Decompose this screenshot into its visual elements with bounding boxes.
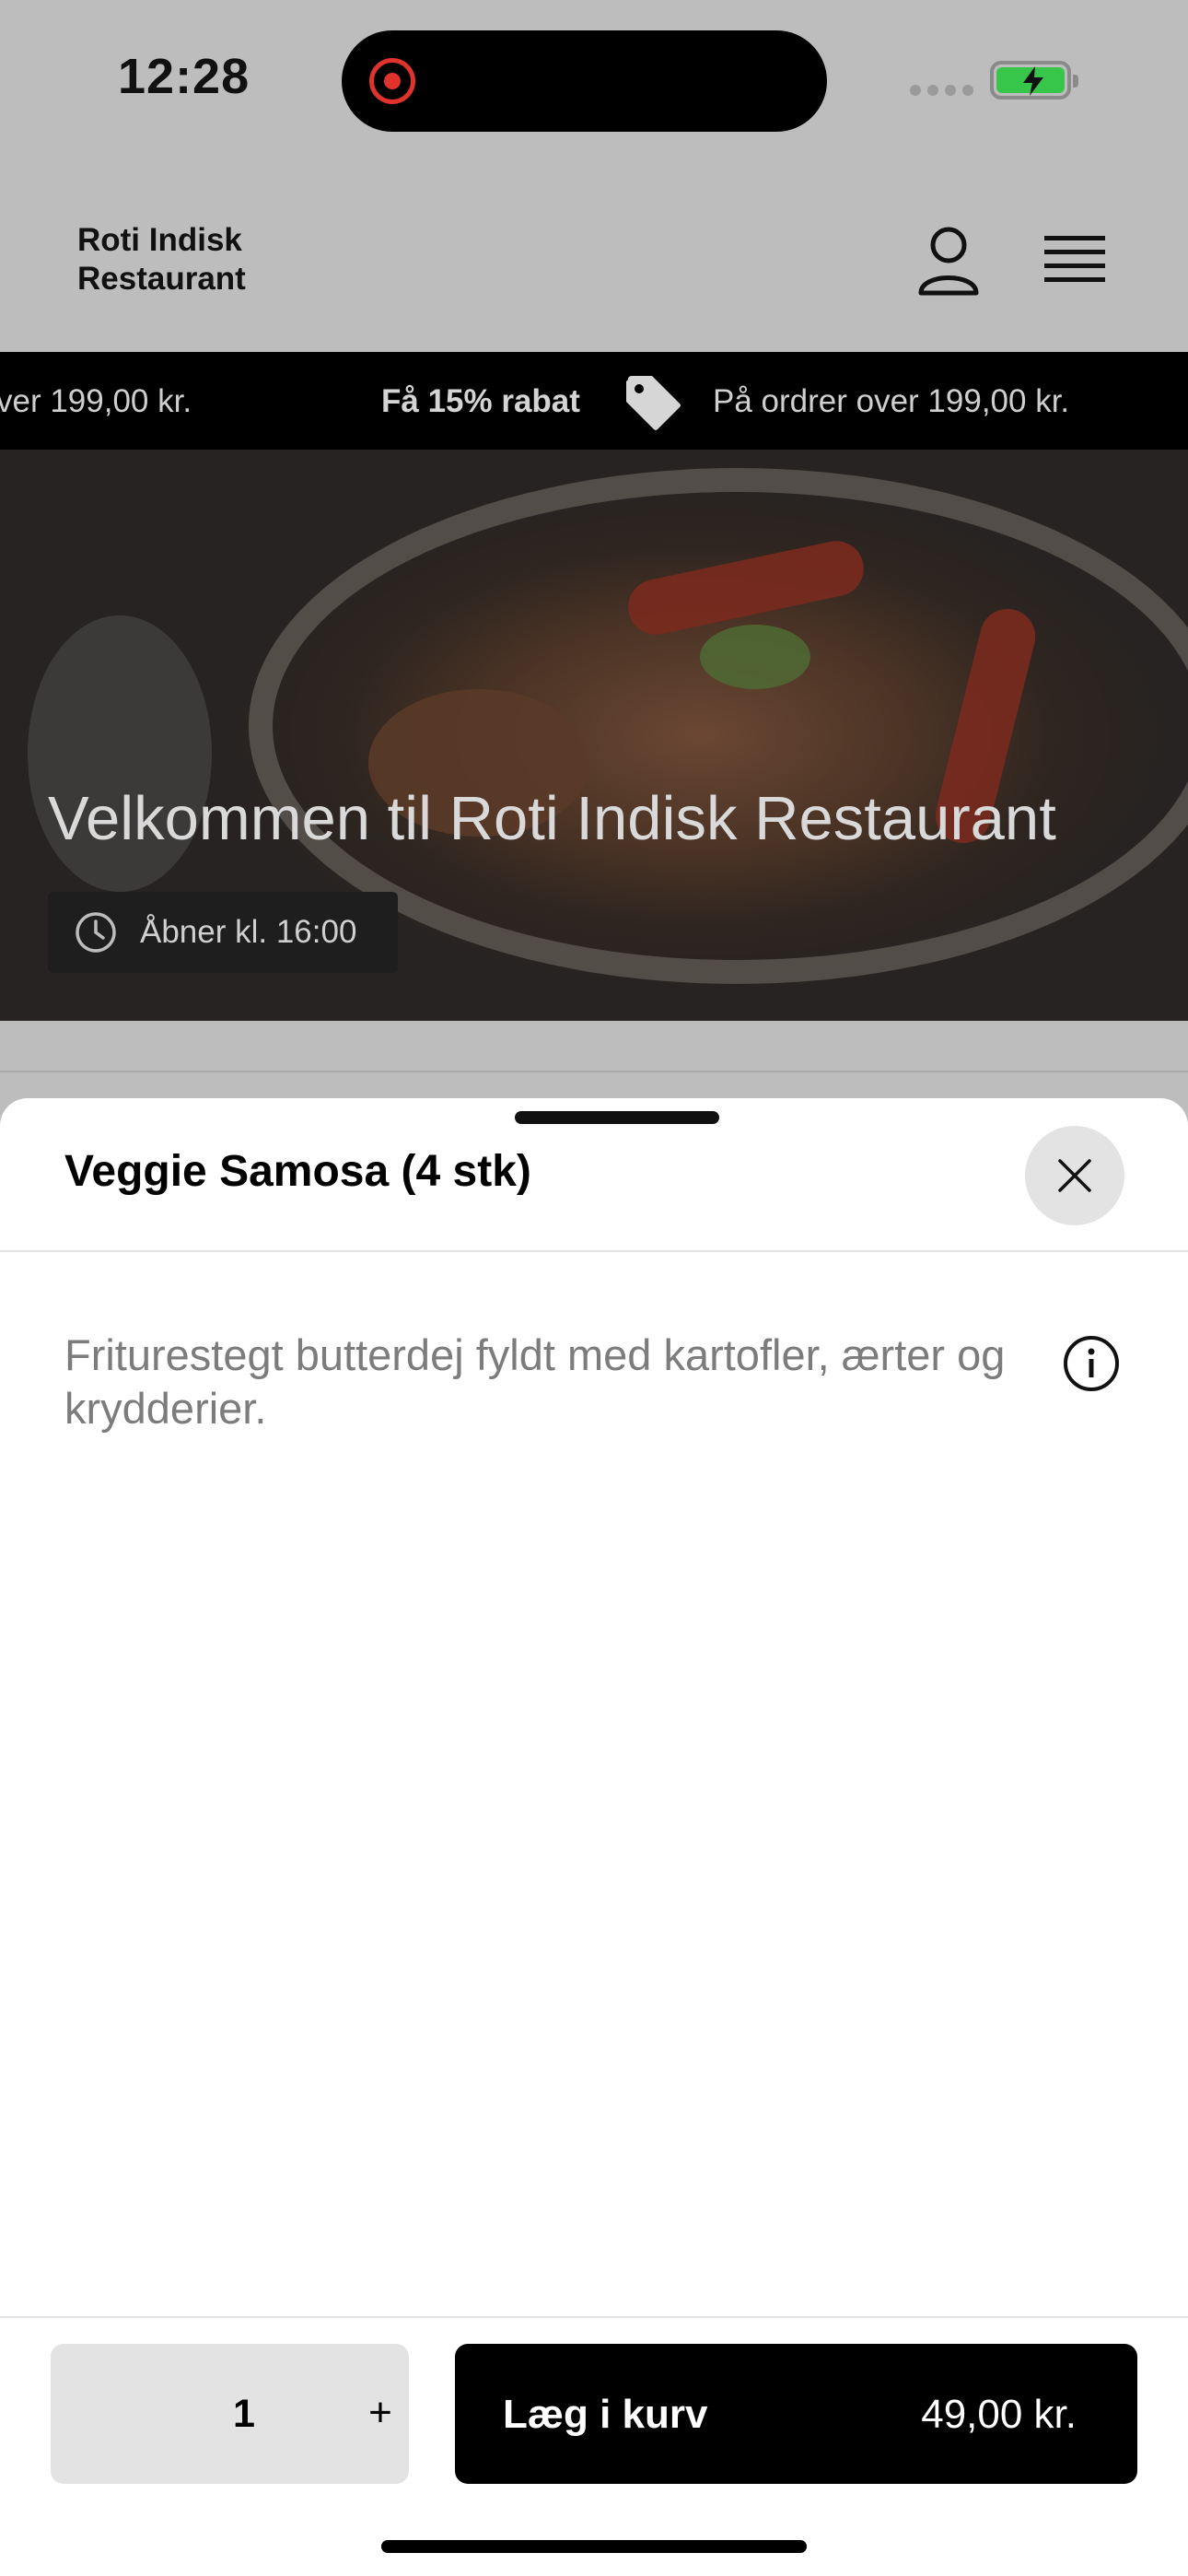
add-to-cart-label: Læg i kurv: [503, 2392, 708, 2437]
opening-hours-badge: Åbner kl. 16:00: [48, 892, 398, 973]
increase-quantity-button[interactable]: +: [362, 2390, 399, 2436]
cellular-signal-icon: [910, 85, 973, 96]
footer-divider: [0, 2316, 1188, 2318]
hamburger-menu-icon[interactable]: [1044, 232, 1105, 286]
hero-herb-shape: [700, 625, 810, 689]
add-to-cart-price: 49,00 kr.: [921, 2392, 1077, 2437]
sheet-grabber[interactable]: [515, 1111, 719, 1124]
promo-discount: Få 15% rabat: [381, 383, 580, 419]
status-bar: 12:28: [0, 0, 1188, 175]
site-header: Roti Indisk Restaurant: [0, 175, 1188, 352]
add-to-cart-button[interactable]: Læg i kurv 49,00 kr.: [455, 2344, 1137, 2484]
clock-icon: [76, 912, 116, 953]
restaurant-brand[interactable]: Roti Indisk Restaurant: [77, 221, 317, 299]
promo-banner: ver 199,00 kr. Få 15% rabat På ordrer ov…: [0, 352, 1188, 450]
battery-charging-icon: [990, 61, 1078, 100]
close-icon: [1058, 1159, 1091, 1192]
hero-title: Velkommen til Roti Indisk Restaurant: [48, 784, 1056, 853]
home-indicator[interactable]: [381, 2540, 807, 2553]
quantity-value: 1: [233, 2392, 255, 2436]
promo-condition-fragment: ver 199,00 kr.: [0, 383, 192, 419]
quantity-stepper: 1 +: [51, 2344, 409, 2484]
user-account-icon[interactable]: [915, 225, 982, 299]
info-icon[interactable]: [1063, 1335, 1120, 1392]
screen-recording-icon: [369, 58, 415, 104]
page-background-strip: [0, 1021, 1188, 1072]
opening-hours-text: Åbner kl. 16:00: [140, 914, 357, 950]
price-tag-icon: [626, 376, 681, 430]
hero-banner: Velkommen til Roti Indisk Restaurant Åbn…: [0, 450, 1188, 1021]
close-button[interactable]: [1025, 1126, 1124, 1225]
sheet-divider: [0, 1250, 1188, 1252]
promo-condition: På ordrer over 199,00 kr.: [713, 383, 1070, 419]
product-bottom-sheet: Veggie Samosa (4 stk) Friturestegt butte…: [0, 1098, 1188, 2576]
dynamic-island: [342, 30, 827, 132]
screen: 12:28 Roti Indisk Restaurant ver 199,00 …: [0, 0, 1188, 2576]
product-title: Veggie Samosa (4 stk): [64, 1147, 531, 1196]
status-time: 12:28: [118, 49, 250, 104]
product-description: Friturestegt butterdej fyldt med kartofl…: [64, 1330, 1006, 1433]
